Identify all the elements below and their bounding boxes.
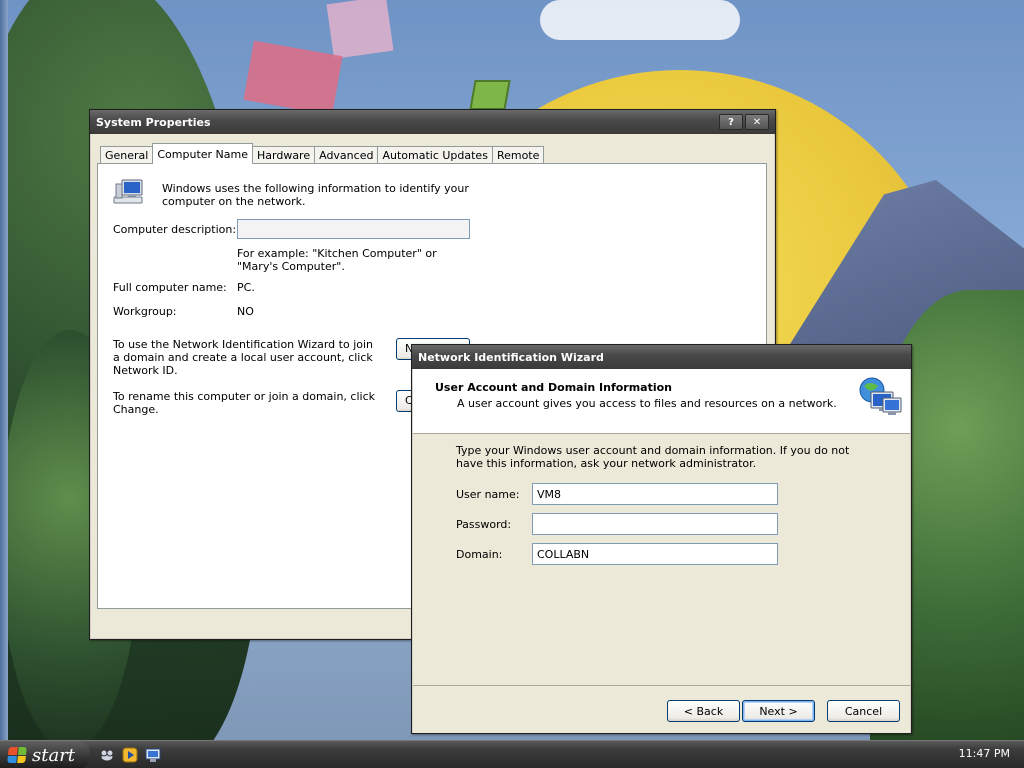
- start-button[interactable]: start: [0, 741, 90, 768]
- wizard-page-title: User Account and Domain Information: [435, 381, 673, 394]
- wallpaper-edge: [0, 0, 8, 740]
- wizard-page-subtitle: A user account gives you access to files…: [457, 397, 837, 410]
- wizard-body: Type your Windows user account and domai…: [413, 435, 910, 685]
- workgroup-value: NO: [237, 305, 254, 318]
- tab-remote[interactable]: Remote: [491, 146, 545, 164]
- tab-strip: General Computer Name Hardware Advanced …: [100, 143, 545, 164]
- taskbar: start 11:47 PM: [0, 740, 1024, 768]
- network-computers-icon: [855, 374, 905, 427]
- wallpaper-shape: [469, 80, 511, 110]
- windows-flag-icon: [7, 747, 27, 763]
- intro-text: Windows uses the following information t…: [162, 182, 469, 208]
- wizard-header: User Account and Domain Information A us…: [413, 369, 910, 434]
- password-label: Password:: [456, 518, 512, 531]
- computer-description-field[interactable]: [237, 219, 470, 239]
- password-input[interactable]: [532, 513, 778, 535]
- example-text: For example: "Kitchen Computer" or "Mary…: [237, 247, 437, 273]
- wizard-footer: < Back Next > Cancel: [413, 685, 910, 733]
- rename-instructions: To rename this computer or join a domain…: [113, 390, 375, 416]
- full-computer-name-label: Full computer name:: [113, 281, 227, 294]
- tab-general[interactable]: General: [100, 146, 154, 164]
- wallpaper-shape: [243, 40, 343, 116]
- computer-icon: [112, 178, 146, 209]
- close-button[interactable]: ✕: [745, 114, 769, 130]
- network-identification-wizard: Network Identification Wizard User Accou…: [411, 344, 912, 734]
- back-button[interactable]: < Back: [667, 700, 740, 722]
- wallpaper-cloud: [540, 0, 740, 40]
- wizard-titlebar[interactable]: Network Identification Wizard: [412, 345, 911, 369]
- tab-automatic-updates[interactable]: Automatic Updates: [377, 146, 493, 164]
- full-computer-name-value: PC.: [237, 281, 255, 294]
- next-button[interactable]: Next >: [742, 700, 815, 722]
- cancel-button[interactable]: Cancel: [827, 700, 900, 722]
- system-properties-titlebar[interactable]: System Properties ? ✕: [90, 110, 775, 134]
- tab-advanced[interactable]: Advanced: [314, 146, 379, 164]
- username-label: User name:: [456, 488, 520, 501]
- domain-label: Domain:: [456, 548, 503, 561]
- wizard-instructions: Type your Windows user account and domai…: [456, 444, 850, 470]
- system-clock[interactable]: 11:47 PM: [959, 747, 1010, 760]
- domain-input[interactable]: [532, 543, 778, 565]
- outlook-express-icon[interactable]: [98, 746, 116, 764]
- tab-hardware[interactable]: Hardware: [252, 146, 316, 164]
- tab-computer-name[interactable]: Computer Name: [152, 143, 253, 164]
- wizard-title: Network Identification Wizard: [418, 350, 604, 364]
- media-player-icon[interactable]: [121, 746, 139, 764]
- username-input[interactable]: [532, 483, 778, 505]
- computer-description-label: Computer description:: [113, 223, 237, 236]
- network-id-instructions: To use the Network Identification Wizard…: [113, 338, 374, 377]
- workgroup-label: Workgroup:: [113, 305, 177, 318]
- wallpaper-shape: [326, 0, 394, 59]
- show-desktop-icon[interactable]: [144, 746, 162, 764]
- start-label: start: [32, 744, 76, 766]
- window-title: System Properties: [96, 115, 211, 129]
- help-button[interactable]: ?: [719, 114, 743, 130]
